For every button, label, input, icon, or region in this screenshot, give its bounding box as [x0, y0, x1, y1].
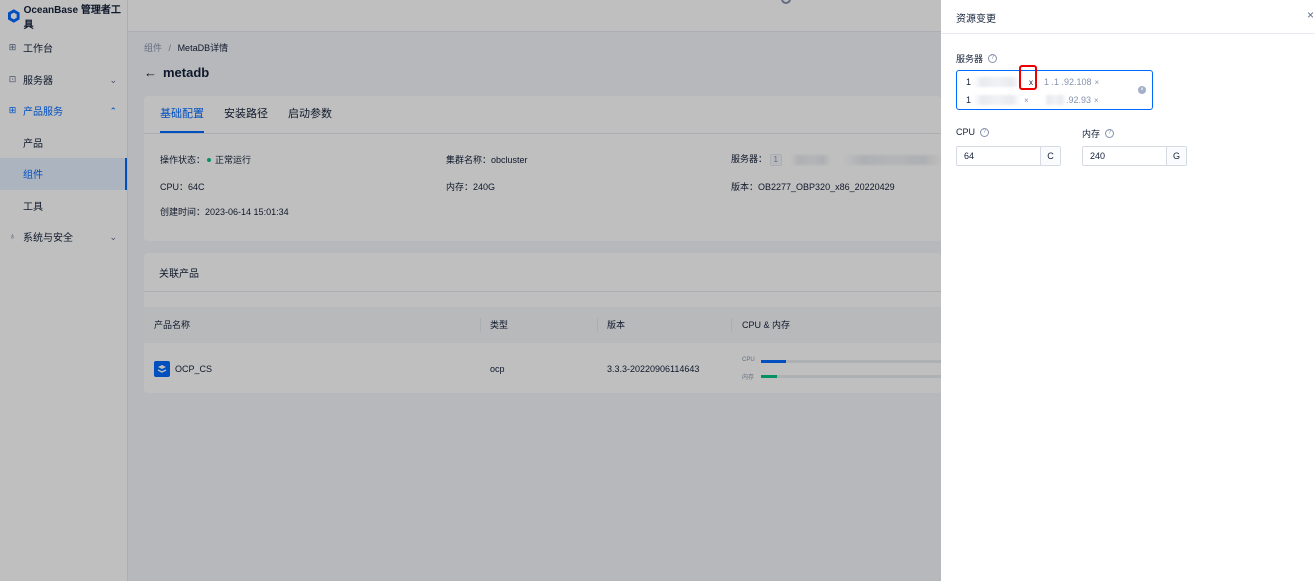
server-label-text: 服务器 — [956, 54, 984, 64]
redacted-text — [1044, 95, 1066, 105]
server-tag-2: 1 .1 .92.108 × — [1044, 75, 1099, 89]
question-circle-icon[interactable]: ? — [1105, 129, 1115, 138]
server-tag-text: 1 — [966, 95, 972, 105]
question-circle-icon[interactable]: ? — [988, 54, 998, 63]
server-tag-text: 1 — [966, 77, 972, 87]
cpu-input-value[interactable]: 64 — [957, 147, 1040, 165]
server-tag-3: 1 × — [966, 93, 1029, 107]
server-multi-select[interactable]: 1 x 1 .1 .92.108 × 1 × .92.93 × × — [956, 70, 1153, 110]
tag-close-icon[interactable]: × — [1024, 96, 1029, 105]
cpu-label-text: CPU — [956, 127, 976, 137]
drawer-title: 资源变更 — [956, 14, 996, 25]
cpu-unit: C — [1040, 147, 1060, 165]
cpu-input[interactable]: 64 C — [956, 146, 1061, 166]
server-tag-text: 1 .1 .92.108 — [1044, 77, 1092, 87]
drawer-divider — [941, 33, 1314, 34]
redacted-text — [973, 95, 1022, 105]
server-tag-text: .92.93 — [1066, 95, 1092, 105]
memory-form-label: 内存 ? — [1082, 127, 1115, 140]
tag-close-icon[interactable]: × — [1094, 96, 1099, 105]
memory-input-value[interactable]: 240 — [1083, 147, 1166, 165]
redacted-text — [973, 77, 1022, 87]
tag-close-icon[interactable]: × — [1095, 78, 1100, 87]
memory-label-text: 内存 — [1082, 129, 1101, 139]
highlight-box — [1019, 65, 1037, 90]
close-icon[interactable]: × — [1307, 8, 1314, 22]
memory-unit: G — [1166, 147, 1186, 165]
cpu-form-label: CPU ? — [956, 127, 990, 137]
memory-input[interactable]: 240 G — [1082, 146, 1187, 166]
question-circle-icon[interactable]: ? — [980, 127, 990, 137]
server-tag-4: .92.93 × — [1044, 93, 1099, 107]
modal-mask[interactable] — [0, 0, 941, 581]
clear-icon[interactable]: × — [1138, 86, 1146, 94]
server-form-label: 服务器 ? — [956, 52, 998, 65]
resource-change-drawer: 资源变更 × 服务器 ? 1 x 1 .1 .92.108 × 1 × .92.… — [941, 0, 1314, 581]
